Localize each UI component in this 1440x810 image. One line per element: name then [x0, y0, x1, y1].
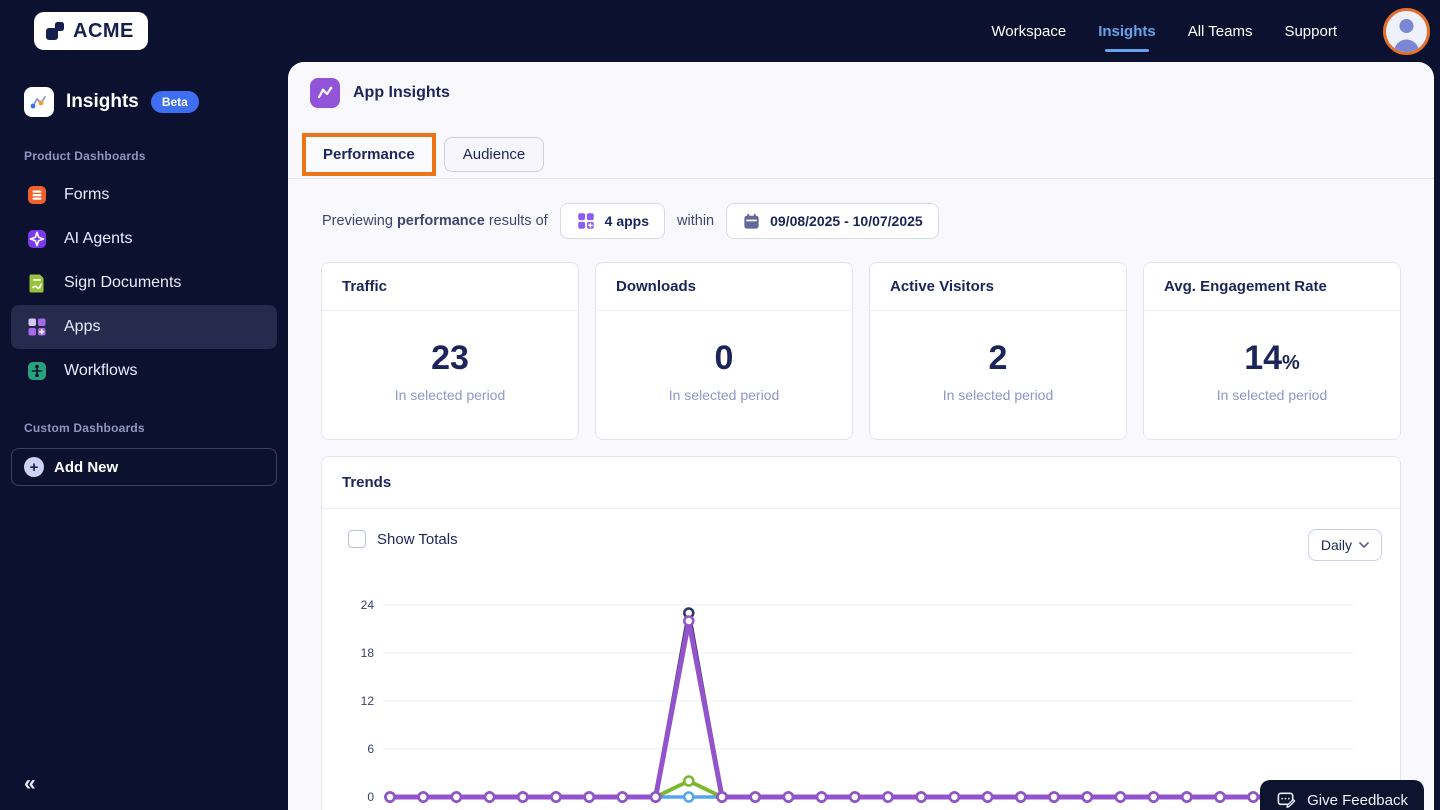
preview-text: Previewing performance results of [322, 213, 548, 229]
apps-grid-icon [577, 213, 594, 229]
workflows-icon [28, 362, 46, 380]
granularity-dropdown[interactable]: Daily [1307, 529, 1382, 561]
stat-unit: % [1282, 352, 1300, 374]
stat-card-traffic: Traffic 23 In selected period [321, 262, 579, 440]
trends-card: Trends Show Totals Daily 0 6 12 18 24 [321, 456, 1401, 810]
sidebar-item-label: AI Agents [64, 230, 133, 247]
insights-icon [24, 87, 54, 117]
add-new-button[interactable]: + Add New [11, 448, 277, 486]
section-custom-dashboards: Custom Dashboards [24, 421, 145, 435]
tab-audience[interactable]: Audience [443, 137, 545, 172]
svg-text:6: 6 [367, 742, 374, 756]
sidebar-collapse-button[interactable]: « [24, 772, 36, 796]
person-icon [1394, 18, 1419, 52]
apps-icon [28, 318, 46, 336]
avatar[interactable] [1383, 7, 1430, 55]
app-header: App Insights [310, 78, 450, 108]
stat-caption: In selected period [942, 387, 1054, 403]
svg-text:0: 0 [367, 790, 374, 804]
stat-title: Active Visitors [870, 263, 1126, 311]
stat-value: 14 [1244, 339, 1283, 377]
nav-support[interactable]: Support [1284, 23, 1337, 40]
sidebar-item-sign-documents[interactable]: Sign Documents [11, 261, 277, 305]
calendar-icon [744, 213, 759, 229]
sidebar-insights-header[interactable]: Insights Beta [24, 87, 199, 117]
sidebar-item-label: Sign Documents [64, 274, 182, 291]
show-totals-checkbox[interactable] [348, 530, 366, 548]
chevron-down-icon [1359, 542, 1369, 548]
trends-chart: 0 6 12 18 24 [361, 598, 1359, 804]
main-panel: App Insights Performance Audience Previe… [288, 62, 1434, 810]
sign-documents-icon [29, 274, 44, 293]
sidebar-item-label: Forms [64, 186, 110, 203]
logo-text: ACME [73, 19, 134, 42]
section-product-dashboards: Product Dashboards [24, 149, 146, 163]
sidebar-item-workflows[interactable]: Workflows [11, 349, 277, 393]
tab-bar: Performance Audience [302, 133, 545, 176]
svg-text:18: 18 [361, 646, 375, 660]
stat-card-active-visitors: Active Visitors 2 In selected period [869, 262, 1127, 440]
apps-select-label: 4 apps [604, 213, 650, 229]
stat-value: 2 [988, 339, 1008, 377]
plus-icon: + [24, 457, 44, 477]
sidebar-item-label: Apps [64, 318, 101, 335]
show-totals-label: Show Totals [377, 530, 458, 548]
ai-agents-icon [28, 230, 46, 248]
date-range-label: 09/08/2025 - 10/07/2025 [770, 213, 923, 229]
stat-card-downloads: Downloads 0 In selected period [595, 262, 853, 440]
give-feedback-button[interactable]: Give Feedback [1260, 780, 1424, 810]
stat-card-engagement-rate: Avg. Engagement Rate 14% In selected per… [1143, 262, 1401, 440]
show-totals-control: Show Totals [348, 530, 458, 548]
stat-caption: In selected period [394, 387, 506, 403]
acme-logo[interactable]: ACME [34, 12, 148, 50]
stat-caption: In selected period [668, 387, 780, 403]
trends-title: Trends [322, 457, 1400, 509]
top-navigation: Workspace Insights All Teams Support [991, 0, 1430, 62]
stat-value: 23 [431, 339, 469, 377]
feedback-icon [1277, 792, 1296, 808]
stats-row: Traffic 23 In selected period Downloads … [321, 262, 1401, 440]
add-new-label: Add New [54, 458, 119, 476]
sidebar-item-ai-agents[interactable]: AI Agents [11, 217, 277, 261]
stat-title: Downloads [596, 263, 852, 311]
acme-logo-icon [46, 22, 64, 40]
header-divider [288, 178, 1434, 179]
apps-select-button[interactable]: 4 apps [559, 203, 666, 239]
tab-performance[interactable]: Performance [306, 137, 432, 172]
forms-icon [28, 186, 46, 204]
page-title: App Insights [353, 84, 450, 101]
stat-title: Avg. Engagement Rate [1144, 263, 1400, 311]
stat-title: Traffic [322, 263, 578, 311]
within-text: within [677, 213, 715, 229]
highlight-annotation: Performance [302, 133, 436, 176]
preview-row: Previewing performance results of 4 apps… [322, 203, 939, 239]
sidebar-nav: Forms AI Agents Sign Documents Apps Work… [0, 173, 288, 393]
sidebar-item-label: Workflows [64, 362, 138, 379]
date-range-button[interactable]: 09/08/2025 - 10/07/2025 [726, 203, 939, 239]
granularity-value: Daily [1320, 537, 1352, 553]
nav-workspace[interactable]: Workspace [991, 23, 1066, 40]
sidebar-title: Insights [66, 91, 139, 112]
stat-value: 0 [714, 339, 734, 377]
beta-badge: Beta [150, 91, 199, 113]
svg-text:12: 12 [361, 694, 375, 708]
stat-caption: In selected period [1216, 387, 1328, 403]
feedback-label: Give Feedback [1307, 791, 1408, 809]
sidebar-item-forms[interactable]: Forms [11, 173, 277, 217]
nav-insights[interactable]: Insights [1098, 23, 1156, 40]
sidebar-item-apps[interactable]: Apps [11, 305, 277, 349]
app-insights-icon [310, 78, 340, 108]
svg-text:24: 24 [361, 598, 375, 612]
nav-all-teams[interactable]: All Teams [1188, 23, 1253, 40]
